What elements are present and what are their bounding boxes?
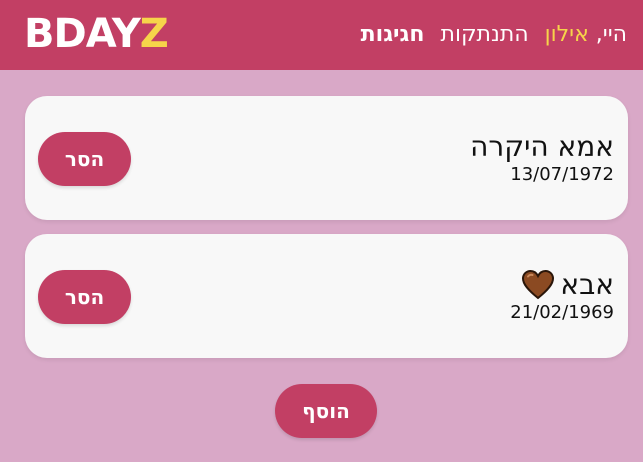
logout-link[interactable]: התנתקות — [440, 20, 528, 50]
logo-accent-letter: Z — [139, 11, 169, 57]
app-logo[interactable]: BDAYZ — [24, 10, 169, 58]
birthday-card: אבא 21/02/1969 הסר — [25, 234, 628, 358]
logo-text: BDAY — [24, 11, 141, 57]
user-name: אילון — [544, 22, 589, 47]
app-header: BDAYZ היי, אילון התנתקות חגיגות — [0, 0, 643, 70]
birthday-info: אמא היקרה 13/07/1972 — [470, 130, 614, 186]
greeting: היי, אילון — [545, 20, 627, 50]
nav-celebrations-link[interactable]: חגיגות — [361, 20, 425, 50]
header-nav: היי, אילון התנתקות חגיגות — [361, 20, 627, 50]
birthday-date: 21/02/1969 — [510, 302, 614, 323]
remove-button[interactable]: הסר — [38, 132, 131, 186]
add-birthday-button[interactable]: הוסף — [275, 384, 377, 438]
birthday-card: אמא היקרה 13/07/1972 הסר — [25, 96, 628, 220]
brown-heart-icon — [522, 270, 555, 300]
birthday-name-text: אבא — [560, 268, 614, 301]
birthday-date: 13/07/1972 — [510, 164, 614, 185]
remove-button[interactable]: הסר — [38, 270, 131, 324]
birthday-name-text: אמא היקרה — [470, 130, 614, 163]
birthday-name: אבא — [510, 268, 614, 302]
greeting-prefix: היי, — [595, 22, 627, 47]
birthday-name: אמא היקרה — [470, 130, 614, 164]
birthday-info: אבא 21/02/1969 — [510, 268, 614, 324]
